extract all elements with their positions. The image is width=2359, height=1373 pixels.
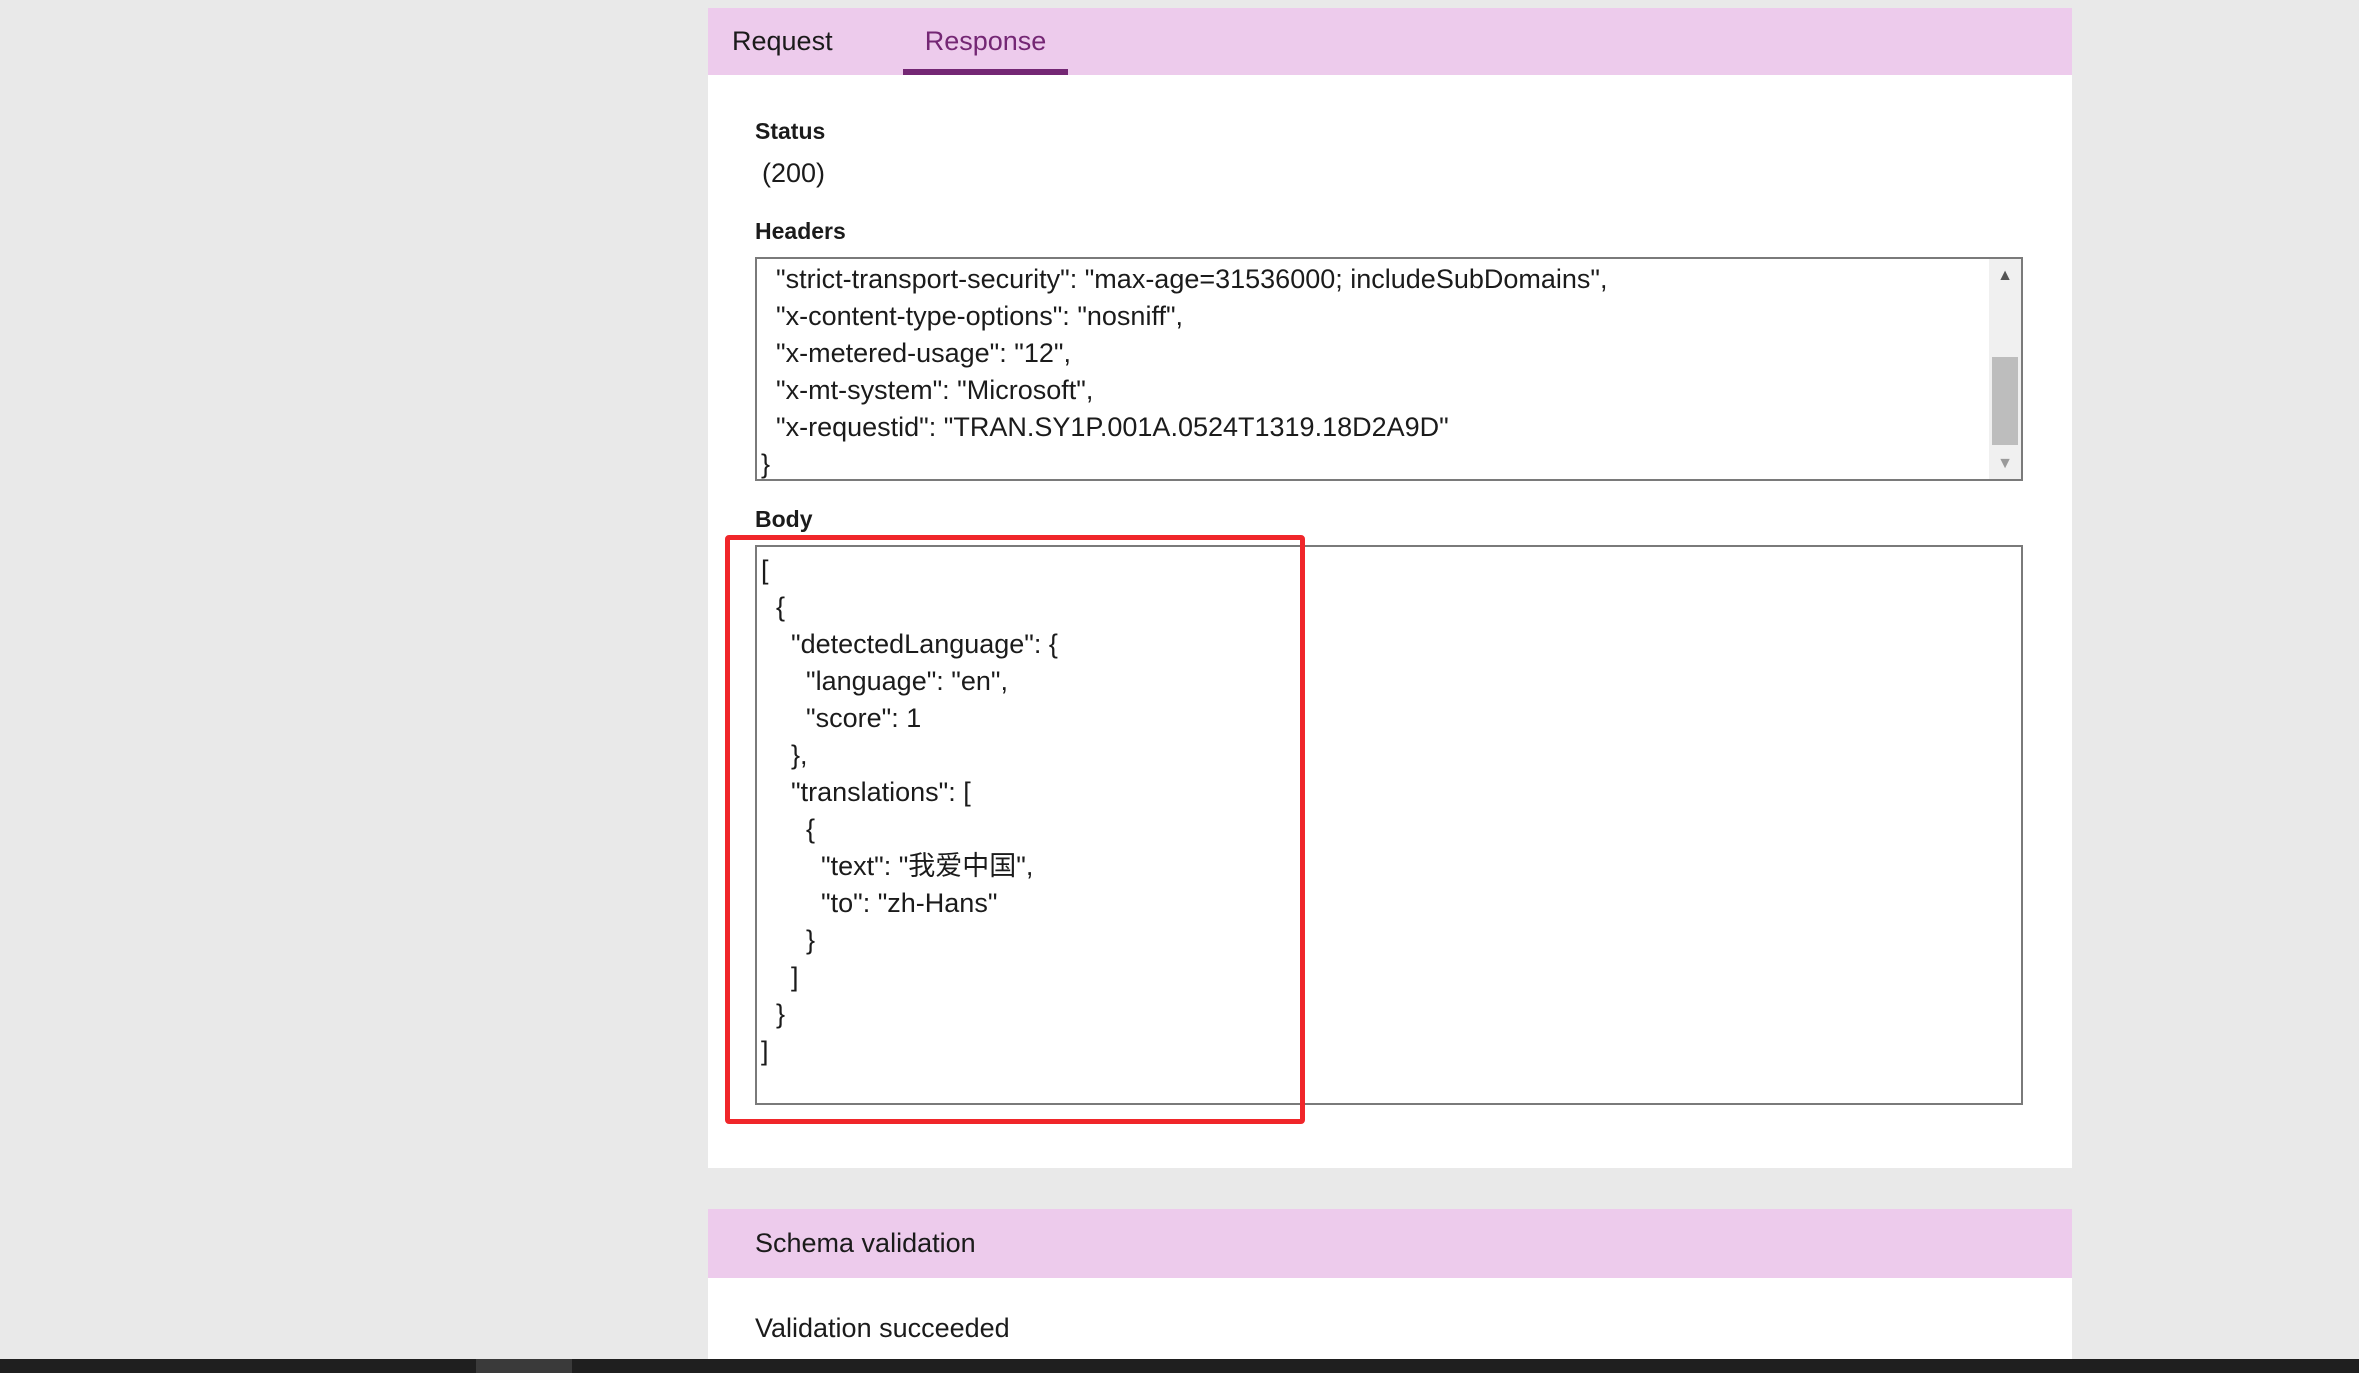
schema-validation-header[interactable]: Schema validation — [708, 1209, 2072, 1278]
tab-response[interactable]: Response — [903, 8, 1068, 75]
scroll-up-arrow-icon[interactable]: ▲ — [1989, 263, 2021, 289]
headers-line: "x-metered-usage": "12", — [761, 338, 1071, 368]
headers-line: "x-requestid": "TRAN.SY1P.001A.0524T1319… — [761, 412, 1449, 442]
schema-validation-result: Validation succeeded — [755, 1313, 1010, 1343]
body-line: "to": "zh-Hans" — [761, 888, 998, 918]
body-line: ] — [761, 1036, 769, 1066]
body-line: } — [761, 925, 816, 955]
body-line: [ — [761, 555, 769, 585]
body-line: } — [761, 999, 786, 1029]
headers-line: } — [761, 449, 771, 479]
scroll-down-arrow-icon[interactable]: ▼ — [1989, 451, 2021, 477]
body-line: "text": "我爱中国", — [761, 851, 1034, 881]
headers-label: Headers — [755, 218, 846, 244]
body-textbox[interactable]: [ { "detectedLanguage": { "language": "e… — [755, 545, 2023, 1105]
body-line: { — [761, 814, 816, 844]
body-line: "translations": [ — [761, 777, 971, 807]
tab-bar: Request Response — [708, 8, 2072, 75]
body-line: "detectedLanguage": { — [761, 629, 1058, 659]
response-panel: Request Response Status (200) Headers "s… — [708, 8, 2072, 1168]
schema-validation-panel: Schema validation Validation succeeded — [708, 1209, 2072, 1359]
headers-line: "strict-transport-security": "max-age=31… — [761, 264, 1608, 294]
status-value: (200) — [762, 158, 826, 188]
tab-request[interactable]: Request — [732, 8, 833, 75]
body-line: "language": "en", — [761, 666, 1008, 696]
schema-validation-title: Schema validation — [755, 1228, 976, 1258]
body-label: Body — [755, 506, 813, 532]
body-line: "score": 1 — [761, 703, 922, 733]
body-line: { — [761, 592, 786, 622]
headers-textbox[interactable]: "strict-transport-security": "max-age=31… — [755, 257, 2023, 481]
body-line: ] — [761, 962, 799, 992]
status-label: Status — [755, 118, 826, 144]
taskbar-item[interactable] — [476, 1359, 572, 1373]
body-line: }, — [761, 740, 808, 770]
taskbar — [0, 1359, 2359, 1373]
headers-line: "x-mt-system": "Microsoft", — [761, 375, 1094, 405]
headers-scrollbar[interactable]: ▲ ▼ — [1989, 259, 2021, 479]
scroll-thumb[interactable] — [1992, 357, 2018, 445]
headers-line: "x-content-type-options": "nosniff", — [761, 301, 1184, 331]
page: Request Response Status (200) Headers "s… — [0, 0, 2359, 1373]
